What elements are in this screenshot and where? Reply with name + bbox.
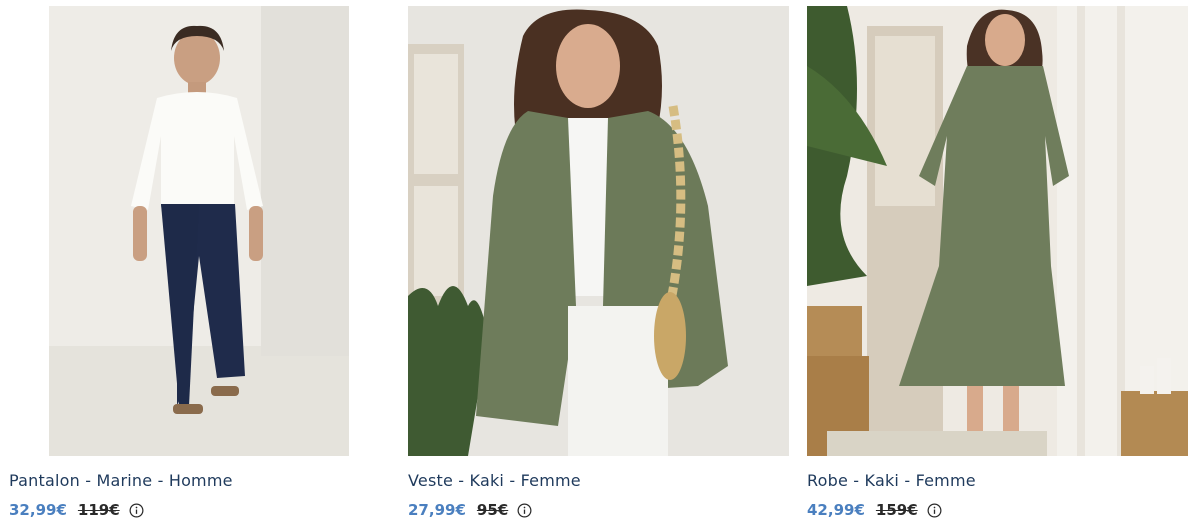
original-price: 95€ [476, 501, 509, 519]
product-title[interactable]: Robe - Kaki - Femme [807, 471, 976, 490]
product-card: Pantalon - Marine - Homme 32,99€ 119€ [0, 0, 385, 531]
product-image-woman-khaki-dress[interactable] [807, 6, 1188, 456]
product-grid: Pantalon - Marine - Homme 32,99€ 119€ Ve… [0, 0, 1200, 531]
product-title[interactable]: Pantalon - Marine - Homme [9, 471, 233, 490]
price-row: 27,99€ 95€ [408, 500, 532, 520]
sale-price: 42,99€ [807, 501, 865, 519]
info-circle-icon[interactable] [927, 503, 942, 518]
info-circle-icon[interactable] [129, 503, 144, 518]
original-price: 119€ [77, 501, 120, 519]
sale-price: 27,99€ [408, 501, 466, 519]
product-image-woman-khaki-jacket[interactable] [408, 6, 789, 456]
product-card: Robe - Kaki - Femme 42,99€ 159€ [798, 0, 1188, 531]
price-row: 32,99€ 119€ [9, 500, 144, 520]
sale-price: 32,99€ [9, 501, 67, 519]
price-row: 42,99€ 159€ [807, 500, 942, 520]
product-title[interactable]: Veste - Kaki - Femme [408, 471, 581, 490]
info-circle-icon[interactable] [517, 503, 532, 518]
product-card: Veste - Kaki - Femme 27,99€ 95€ [399, 0, 789, 531]
original-price: 159€ [875, 501, 918, 519]
product-image-man-navy-trousers[interactable] [49, 6, 349, 456]
